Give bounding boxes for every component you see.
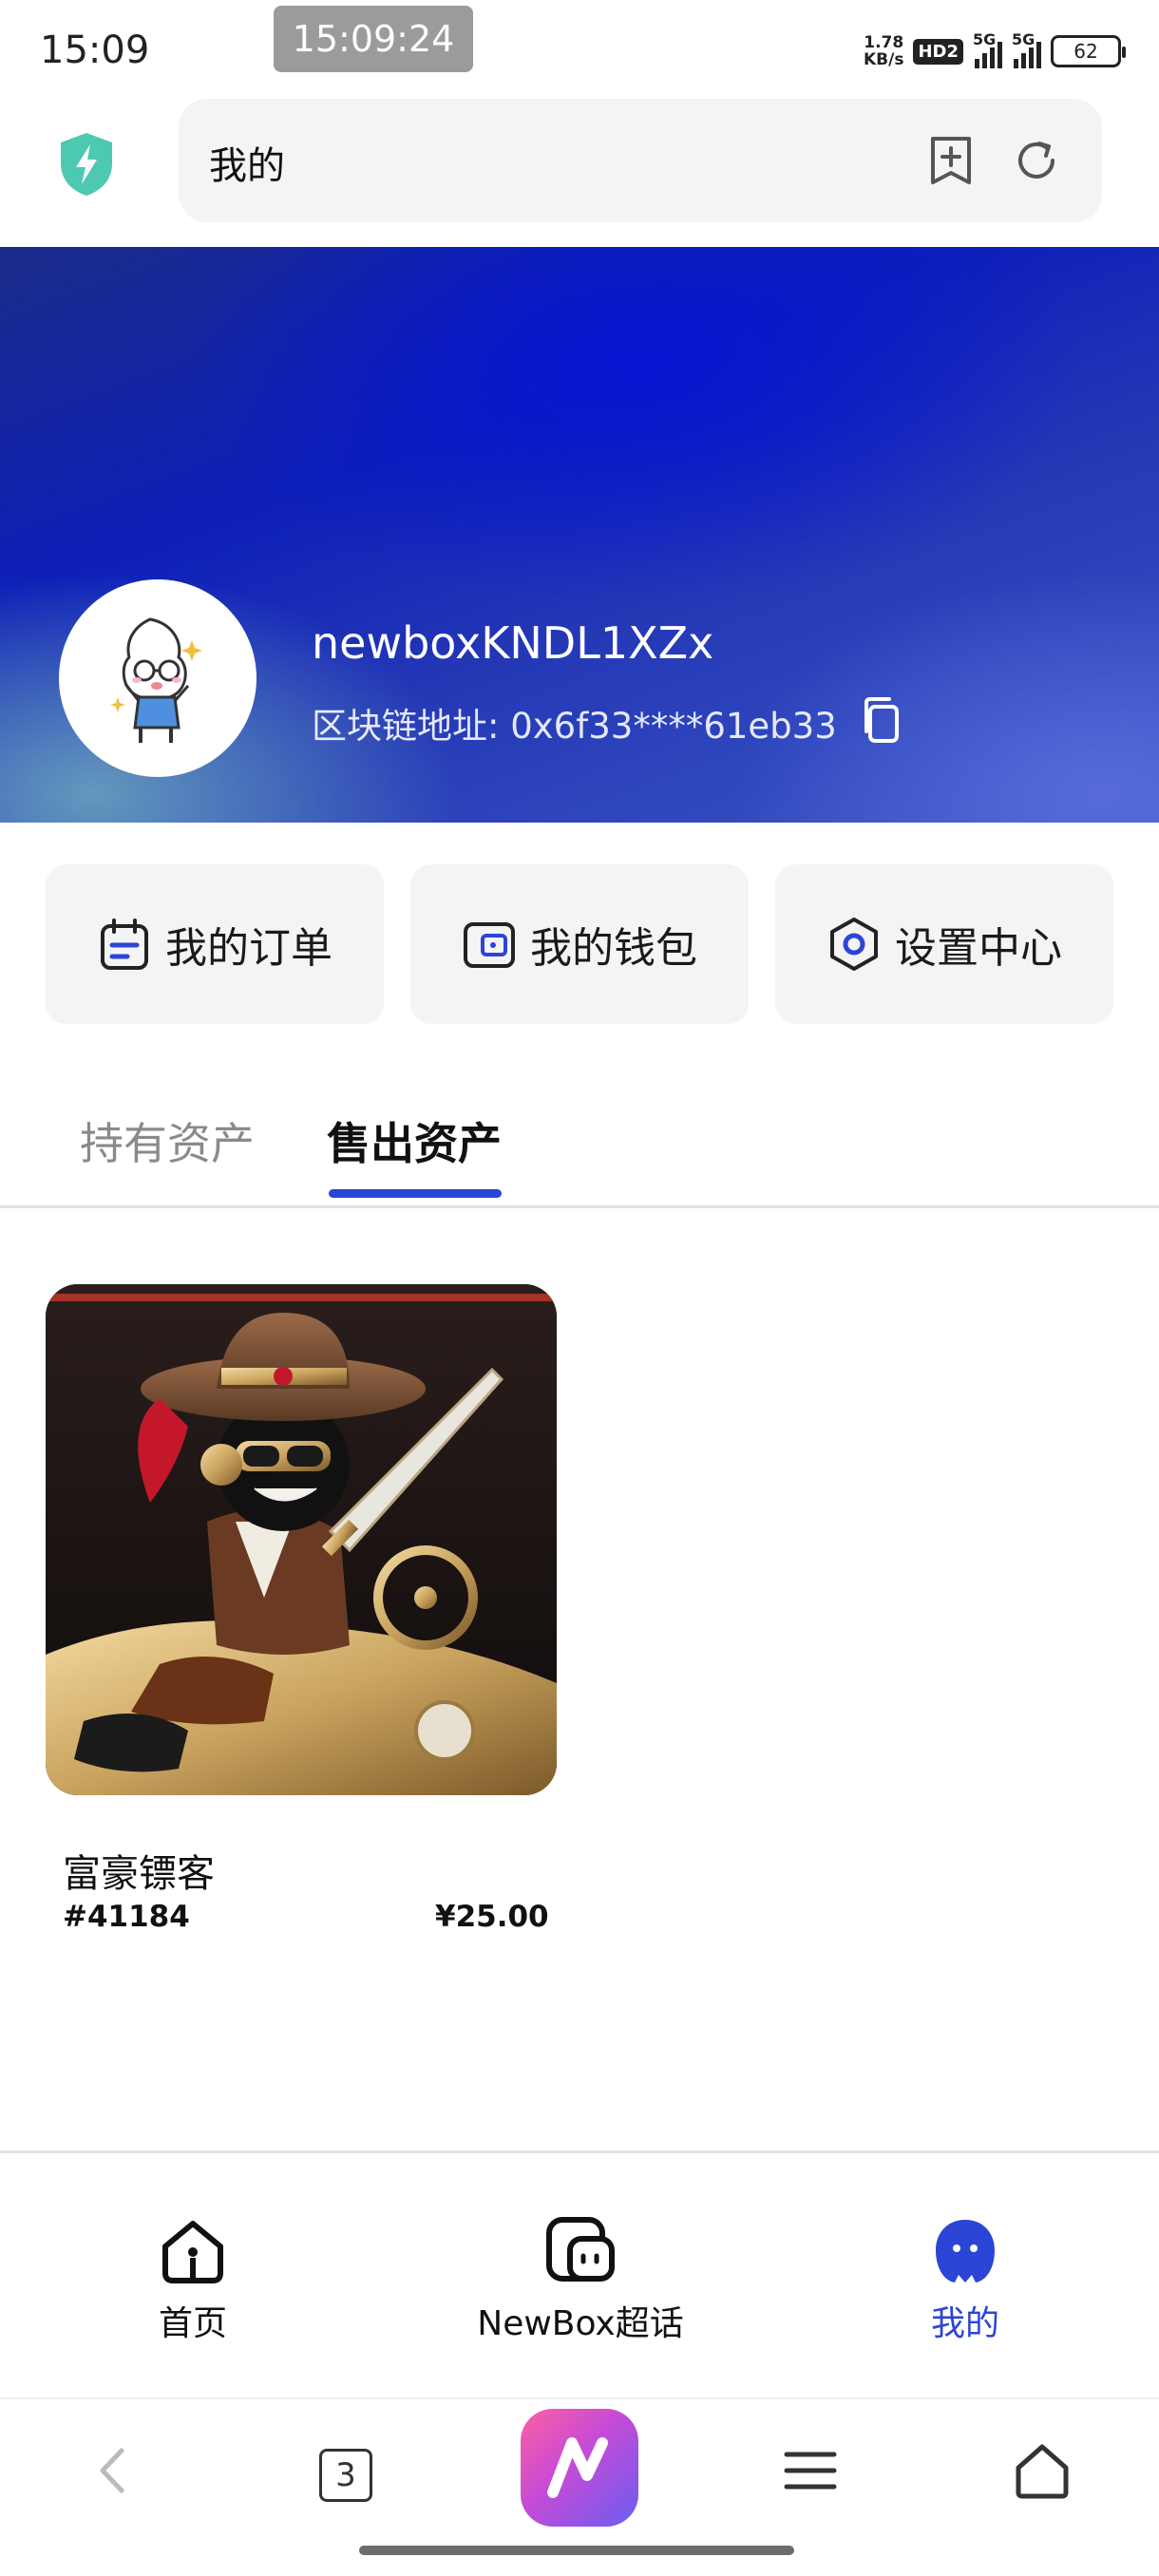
asset-tabs: 持有资产 售出资产 [0, 1092, 1159, 1208]
product-serial: #41184 [63, 1900, 190, 1934]
refresh-icon[interactable] [1011, 135, 1062, 186]
signal-icon: 5G [1012, 30, 1041, 68]
product-image[interactable] [46, 1284, 557, 1795]
active-tab-indicator [329, 1189, 502, 1198]
quick-actions: 我的订单 我的钱包 设置中心 [46, 864, 1113, 1024]
tab-sold-assets[interactable]: 售出资产 [327, 1109, 502, 1172]
my-orders-button[interactable]: 我的订单 [46, 864, 384, 1024]
profile-banner: newboxKNDL1XZx 区块链地址: 0x6f33****61eb33 [0, 247, 1159, 823]
signal-icon: 5G [973, 30, 1002, 68]
avatar-cartoon-icon [110, 617, 202, 743]
network-speed: 1.78 KB/s [864, 33, 904, 69]
page-title: 我的 [209, 144, 285, 188]
tabs-button[interactable]: 3 [319, 2449, 372, 2502]
battery-icon: 62 [1051, 35, 1126, 67]
shield-bolt-icon[interactable] [57, 131, 116, 198]
back-arrow-icon[interactable] [86, 2441, 144, 2500]
wallet-icon [464, 922, 515, 968]
home-icon [162, 2221, 223, 2283]
hd-badge: HD2 [913, 38, 963, 65]
browser-address-row: 我的 [0, 95, 1159, 247]
home-outline-icon[interactable] [1013, 2441, 1072, 2500]
home-indicator[interactable] [359, 2546, 794, 2555]
avatar[interactable] [59, 579, 256, 777]
cowboy-figure-image [46, 1284, 557, 1795]
product-name[interactable]: 富豪镖客 [63, 1843, 215, 1898]
calendar-order-icon [101, 919, 148, 970]
copy-icon[interactable] [859, 695, 904, 745]
newbox-app-button[interactable] [521, 2409, 638, 2527]
settings-hexagon-icon [830, 918, 878, 971]
settings-center-button[interactable]: 设置中心 [775, 864, 1113, 1024]
newbox-app-icon [547, 2437, 608, 2498]
nav-home[interactable]: 首页 [156, 2214, 230, 2345]
status-bar: 15:09 15:09:24 1.78 KB/s HD2 5G 5G 62 [0, 0, 1159, 95]
chain-address: 区块链地址: 0x6f33****61eb33 [312, 706, 837, 747]
screenshot-time-overlay: 15:09:24 [274, 6, 473, 72]
product-price: ¥25.00 [435, 1900, 549, 1934]
status-indicators: 1.78 KB/s HD2 5G 5G 62 [864, 30, 1126, 72]
profile-blob-icon [936, 2220, 995, 2282]
menu-icon[interactable] [781, 2441, 840, 2500]
bottom-navigation: 首页 NewBox超话 我的 [0, 2150, 1159, 2397]
chat-bubble-icon [546, 2217, 615, 2282]
status-time: 15:09 [40, 28, 150, 72]
tab-held-assets[interactable]: 持有资产 [80, 1109, 255, 1172]
address-bar[interactable]: 我的 [179, 99, 1102, 222]
add-bookmark-icon[interactable] [925, 135, 977, 186]
username: newboxKNDL1XZx [312, 617, 714, 669]
nav-mine[interactable]: 我的 [920, 2214, 1011, 2345]
my-wallet-button[interactable]: 我的钱包 [410, 864, 749, 1024]
nav-newbox-topic[interactable]: NewBox超话 [471, 2214, 690, 2345]
